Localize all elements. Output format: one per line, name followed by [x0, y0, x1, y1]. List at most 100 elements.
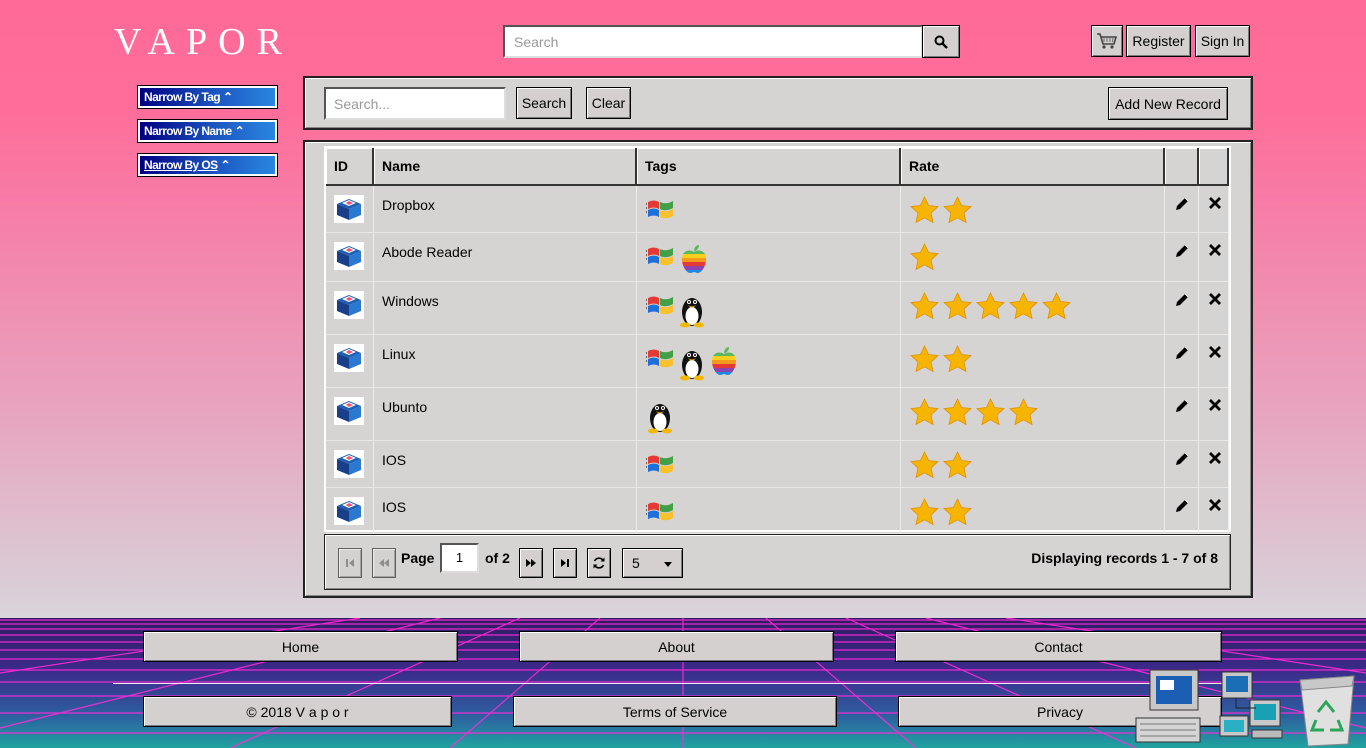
edit-icon[interactable]: [1174, 451, 1190, 467]
narrow-by-name-button[interactable]: Narrow By Name ⌃: [138, 120, 277, 142]
prev-page-icon: [379, 559, 389, 567]
table-row[interactable]: Windows: [326, 282, 1229, 335]
last-page-button[interactable]: [553, 548, 577, 578]
id-cell: [326, 335, 374, 387]
app-box-icon: [334, 450, 364, 478]
clear-button[interactable]: Clear: [586, 87, 631, 119]
narrow-by-os-button[interactable]: Narrow By OS ⌃: [138, 154, 277, 176]
table-row[interactable]: Abode Reader: [326, 233, 1229, 282]
windows-icon: [646, 349, 673, 368]
id-cell: [326, 388, 374, 440]
narrow-by-tag-button[interactable]: Narrow By Tag ⌃: [138, 86, 277, 108]
name-cell: Ubunto: [374, 388, 637, 440]
delete-cell[interactable]: [1199, 388, 1229, 440]
delete-icon[interactable]: [1208, 243, 1222, 257]
edit-cell[interactable]: [1165, 233, 1199, 281]
caret-up-icon: ⌃: [234, 124, 245, 138]
rate-cell: [901, 388, 1165, 440]
delete-icon[interactable]: [1208, 345, 1222, 359]
edit-icon[interactable]: [1174, 398, 1190, 414]
delete-icon[interactable]: [1208, 498, 1222, 512]
column-header-id[interactable]: ID: [326, 148, 374, 186]
star-icon: [943, 345, 972, 373]
name-cell: Windows: [374, 282, 637, 334]
id-cell: [326, 282, 374, 334]
column-header-rate[interactable]: Rate: [901, 148, 1165, 186]
delete-cell[interactable]: [1199, 282, 1229, 334]
rate-cell: [901, 282, 1165, 334]
edit-cell[interactable]: [1165, 282, 1199, 334]
delete-cell[interactable]: [1199, 186, 1229, 232]
tag-icons: [646, 292, 706, 328]
list-search-button[interactable]: Search: [516, 87, 572, 119]
app-icon: [334, 450, 364, 478]
register-button[interactable]: Register: [1126, 25, 1191, 57]
top-search-input[interactable]: Search: [503, 25, 923, 58]
edit-cell[interactable]: [1165, 388, 1199, 440]
signin-button[interactable]: Sign In: [1195, 25, 1250, 57]
network-icon[interactable]: [1216, 664, 1288, 748]
app-icon: [334, 397, 364, 425]
refresh-button[interactable]: [587, 548, 611, 578]
delete-icon[interactable]: [1208, 451, 1222, 465]
delete-cell[interactable]: [1199, 335, 1229, 387]
list-search-input[interactable]: Search...: [324, 87, 506, 120]
edit-cell[interactable]: [1165, 186, 1199, 232]
first-page-button[interactable]: [338, 548, 362, 578]
delete-icon[interactable]: [1208, 398, 1222, 412]
delete-icon[interactable]: [1208, 292, 1222, 306]
column-header-tags[interactable]: Tags: [637, 148, 901, 186]
edit-icon[interactable]: [1174, 345, 1190, 361]
site-logo[interactable]: VAPOR: [114, 20, 293, 64]
delete-cell[interactable]: [1199, 233, 1229, 281]
page-number-input[interactable]: 1: [440, 543, 479, 573]
rating-stars: [909, 292, 1074, 320]
edit-icon[interactable]: [1174, 292, 1190, 308]
page-size-select[interactable]: 5: [622, 548, 683, 578]
table-row[interactable]: IOS: [326, 488, 1229, 534]
cart-button[interactable]: [1091, 25, 1123, 57]
rating-stars: [909, 345, 975, 373]
tags-cell: [637, 186, 901, 232]
delete-icon[interactable]: [1208, 196, 1222, 210]
edit-cell[interactable]: [1165, 441, 1199, 487]
name-cell: Dropbox: [374, 186, 637, 232]
column-header-name[interactable]: Name: [374, 148, 637, 186]
refresh-icon: [593, 557, 605, 569]
computer-icon[interactable]: [1132, 668, 1204, 748]
windows-icon: [646, 247, 673, 266]
edit-icon[interactable]: [1174, 196, 1190, 212]
edit-cell[interactable]: [1165, 335, 1199, 387]
apple-icon: [712, 347, 736, 375]
table-row[interactable]: Linux: [326, 335, 1229, 388]
table-row[interactable]: Dropbox: [326, 186, 1229, 233]
next-page-icon: [526, 559, 536, 567]
delete-cell[interactable]: [1199, 488, 1229, 533]
first-page-icon: [346, 559, 354, 567]
add-record-button[interactable]: Add New Record: [1108, 87, 1228, 120]
footer-terms-link[interactable]: Terms of Service: [513, 696, 837, 727]
edit-icon[interactable]: [1174, 243, 1190, 259]
delete-cell[interactable]: [1199, 441, 1229, 487]
page-label: Page: [401, 550, 435, 566]
star-icon: [910, 451, 939, 479]
footer-contact-link[interactable]: Contact: [895, 631, 1222, 662]
tags-cell: [637, 233, 901, 281]
linux-icon: [680, 351, 704, 381]
footer-home-link[interactable]: Home: [143, 631, 458, 662]
table-row[interactable]: IOS: [326, 441, 1229, 488]
footer-about-link[interactable]: About: [519, 631, 834, 662]
column-header-edit: [1165, 148, 1199, 186]
recycle-bin-icon[interactable]: [1292, 668, 1362, 748]
prev-page-button[interactable]: [372, 548, 396, 578]
tag-icons: [646, 345, 740, 381]
edit-cell[interactable]: [1165, 488, 1199, 533]
top-search-button[interactable]: [922, 25, 960, 58]
id-cell: [326, 233, 374, 281]
next-page-button[interactable]: [519, 548, 543, 578]
table-row[interactable]: Ubunto: [326, 388, 1229, 441]
star-icon: [910, 345, 939, 373]
star-icon: [910, 243, 939, 271]
edit-icon[interactable]: [1174, 498, 1190, 514]
filter-label: Narrow By Tag: [144, 90, 221, 104]
